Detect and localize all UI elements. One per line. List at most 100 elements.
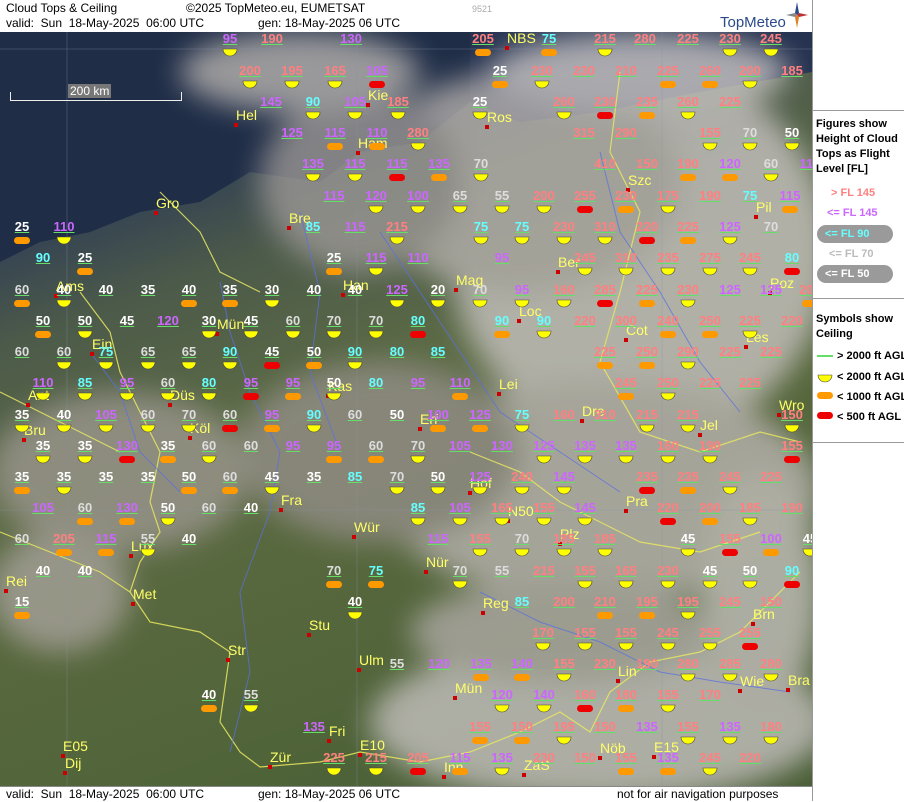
cloud-top-value: 160 xyxy=(553,407,575,422)
cloud-top-value: 115 xyxy=(449,750,471,765)
ceiling-below-2000-icon xyxy=(326,392,342,401)
cloud-top-value: 70 xyxy=(410,438,426,453)
city-label: Jel xyxy=(700,417,718,433)
city-marker xyxy=(4,589,8,593)
ceiling-below-2000-icon xyxy=(680,424,696,433)
ceiling-below-2000-icon xyxy=(430,299,446,308)
ceiling-below-2000-icon xyxy=(702,267,718,276)
ceiling-below-2000-icon xyxy=(347,361,363,370)
ceiling-below-2000-icon xyxy=(140,424,156,433)
cloud-top-value: 95 xyxy=(119,375,135,390)
cloud-top-value: 285 xyxy=(594,282,616,297)
cloud-top-value: 410 xyxy=(594,156,616,171)
cloud-top-value: 105 xyxy=(449,500,471,515)
ceiling-below-1000-icon xyxy=(597,612,613,619)
cloud-top-value: 40 xyxy=(306,282,322,297)
cloud-top-value: 170 xyxy=(699,687,721,702)
city-marker xyxy=(505,46,509,50)
cloud-top-value: 225 xyxy=(677,219,699,234)
cloud-top-value: 255 xyxy=(699,625,721,640)
ceiling-below-2000-icon xyxy=(514,486,530,495)
ceiling-below-2000-icon xyxy=(722,48,738,57)
ceiling-below-500-icon xyxy=(222,425,238,432)
cloud-top-value: 35 xyxy=(160,438,176,453)
cloud-top-value: 70 xyxy=(326,563,342,578)
cloud-top-value: 90 xyxy=(305,94,321,109)
generation-time: gen: 18-May-2025 06 UTC xyxy=(258,16,401,30)
ceiling-below-1000-icon xyxy=(472,737,488,744)
ceiling-below-2000-icon xyxy=(742,142,758,151)
cloud-top-value: 95 xyxy=(410,375,426,390)
cloud-top-value: 40 xyxy=(35,563,51,578)
cloud-top-value: 35 xyxy=(222,282,238,297)
cloud-top-value: 225 xyxy=(719,94,741,109)
cloud-top-value: 100 xyxy=(760,531,782,546)
ceiling-below-2000-icon xyxy=(660,267,676,276)
cloud-top-value: 40 xyxy=(77,563,93,578)
ceiling-below-1000-icon xyxy=(660,768,676,775)
cloud-top-value: 60 xyxy=(222,407,238,422)
cloud-top-value: 110 xyxy=(366,125,388,140)
ceiling-below-2000-icon xyxy=(494,767,510,776)
cloud-top-value: 210 xyxy=(615,63,637,78)
city-marker xyxy=(517,319,521,323)
ceiling-below-1000-icon xyxy=(618,206,634,213)
ceiling-below-2000-icon xyxy=(494,517,510,526)
cloud-top-value: 115 xyxy=(344,219,366,234)
ceiling-below-1000-icon xyxy=(431,174,447,181)
cloud-top-value: 105 xyxy=(449,438,471,453)
cloud-top-value: 40 xyxy=(56,407,72,422)
cloud-top-value: 215 xyxy=(594,32,616,46)
cloud-top-value: 60 xyxy=(763,156,779,171)
city-marker xyxy=(154,211,158,215)
ceiling-below-1000-icon xyxy=(181,300,197,307)
cloud-top-value: 55 xyxy=(389,656,405,671)
cloud-top-value: 250 xyxy=(636,344,658,359)
city-label: Wie xyxy=(740,673,765,689)
cloud-top-value: 60 xyxy=(14,282,30,297)
ceiling-below-2000-icon xyxy=(242,80,258,89)
ceiling-below-2000-icon xyxy=(306,424,322,433)
cloud-top-value: 45 xyxy=(264,469,280,484)
cloud-top-value: 200 xyxy=(239,63,261,78)
cloud-top-value: 165 xyxy=(615,563,637,578)
cloud-top-value: 180 xyxy=(760,719,782,734)
ceiling-below-1000-icon xyxy=(14,300,30,307)
cloud-top-value: 35 xyxy=(56,469,72,484)
cloud-top-value: 105 xyxy=(366,63,388,78)
satellite-map[interactable]: 200 km HelKieRosNBSHamGroBreSzcPilBerAms… xyxy=(0,32,812,786)
cloud-top-value: 105 xyxy=(32,500,54,515)
ceiling-below-1000-icon xyxy=(639,362,655,369)
city-marker xyxy=(744,345,748,349)
cloud-top-value: 60 xyxy=(368,438,384,453)
ceiling-below-2000-icon xyxy=(680,111,696,120)
cloud-top-value: 160 xyxy=(574,687,596,702)
ceiling-below-2000-icon xyxy=(98,361,114,370)
ceiling-below-2000-icon xyxy=(514,548,530,557)
cloud-top-value: 235 xyxy=(636,469,658,484)
cloud-top-value: 70 xyxy=(389,469,405,484)
cloud-top-value: 165 xyxy=(491,500,513,515)
ceiling-below-2000-icon xyxy=(452,580,468,589)
ceiling-below-2000-icon xyxy=(680,611,696,620)
cloud-top-value: 230 xyxy=(531,63,553,78)
cloud-top-value: 70 xyxy=(181,407,197,422)
cloud-top-value: 80 xyxy=(410,313,426,328)
cloud-top-value: 115 xyxy=(95,531,117,546)
cloud-top-value: 30 xyxy=(201,313,217,328)
cloud-top-value: 100 xyxy=(427,407,449,422)
city-label: Lei xyxy=(499,376,518,392)
ceiling-below-2000-icon xyxy=(222,361,238,370)
cloud-top-value: 215 xyxy=(365,750,387,765)
ceiling-below-1000-icon xyxy=(473,674,489,681)
cloud-top-value: 125 xyxy=(469,407,491,422)
ceiling-below-2000-icon xyxy=(98,424,114,433)
cloud-top-value: 125 xyxy=(469,469,491,484)
ceiling-below-1000-icon xyxy=(326,268,342,275)
cloud-top-value: 135 xyxy=(719,719,741,734)
cloud-top-value: 150 xyxy=(574,750,596,765)
legend-below-2000: < 2000 ft AGL xyxy=(837,371,904,383)
ceiling-below-1000-icon xyxy=(368,456,384,463)
ceiling-below-2000-icon xyxy=(618,267,634,276)
ceiling-below-2000-icon xyxy=(160,392,176,401)
